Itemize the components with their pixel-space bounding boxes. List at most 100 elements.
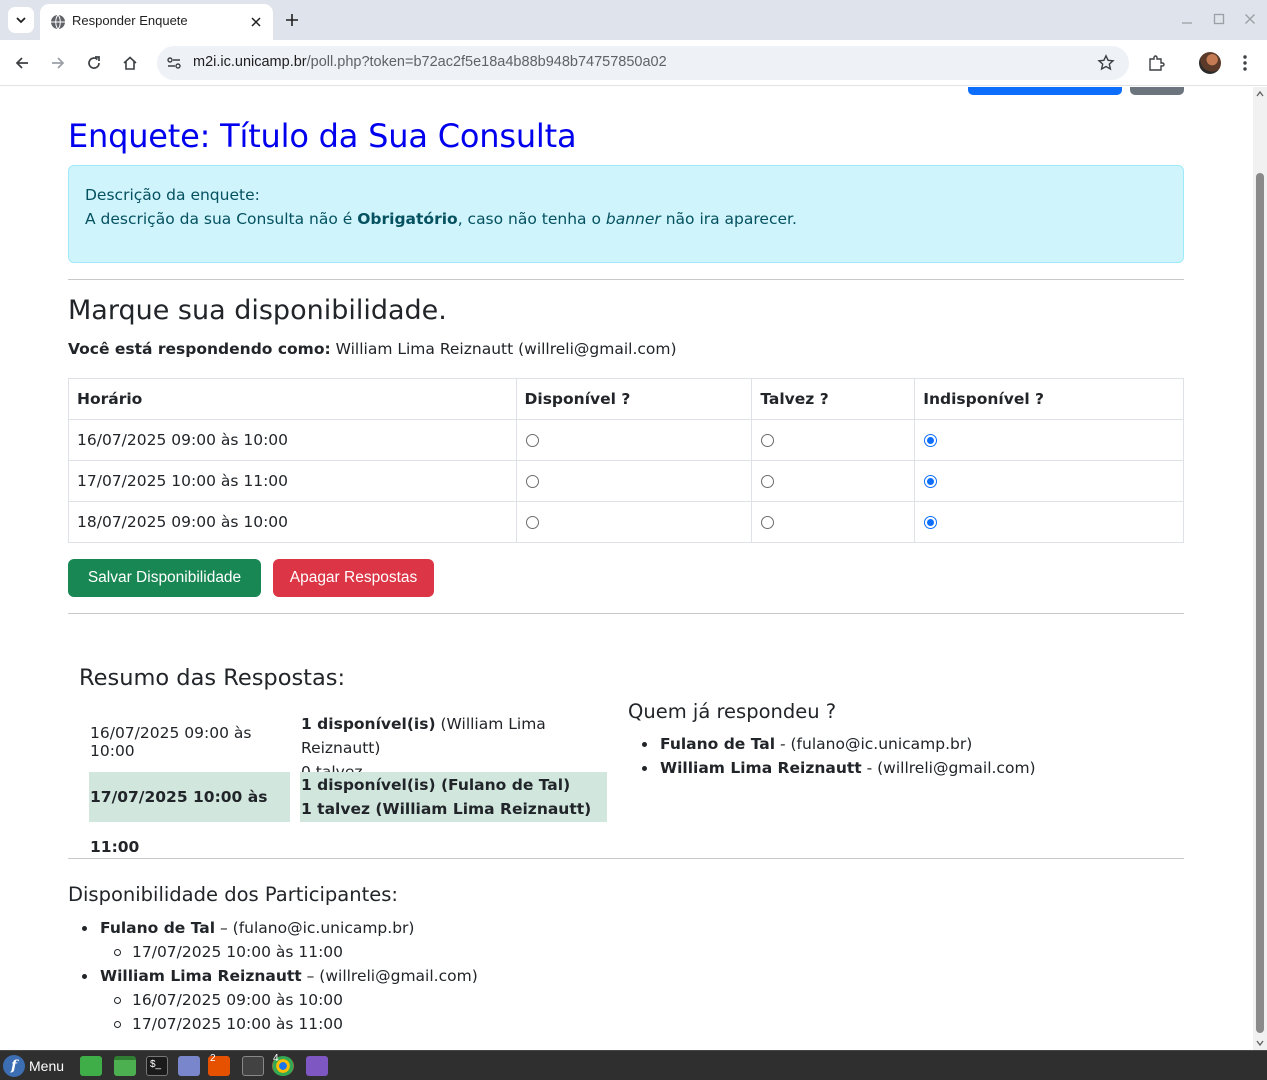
unavailable-radio[interactable] [924, 434, 938, 447]
list-item: Fulano de Tal – (fulano@ic.unicamp.br) 1… [68, 916, 478, 964]
scrollbar-thumb[interactable] [1256, 173, 1264, 1033]
site-info-icon[interactable] [165, 54, 183, 72]
os-taskbar: f Menu $_ 2 4 [0, 1050, 1267, 1080]
window-maximize-button[interactable] [1211, 11, 1227, 27]
start-menu-button[interactable]: f Menu [3, 1055, 64, 1077]
column-header-unavailable: Indisponível ? [914, 378, 1184, 420]
maybe-cell [751, 501, 916, 543]
new-tab-button[interactable] [282, 10, 302, 30]
responding-label: Você está respondendo como: [68, 340, 331, 358]
summary-slot: 17/07/2025 10:00 às 11:00 [89, 772, 290, 856]
maybe-radio[interactable] [761, 475, 775, 488]
available-cell [515, 460, 753, 502]
scroll-down-arrow-icon[interactable] [1256, 1039, 1264, 1047]
window-minimize-button[interactable] [1179, 11, 1195, 27]
chrome-icon[interactable]: 4 [272, 1053, 294, 1076]
show-desktop-icon[interactable] [80, 1056, 102, 1076]
save-availability-button[interactable]: Salvar Disponibilidade [68, 559, 261, 597]
participant-email: – (fulano@ic.unicamp.br) [215, 919, 415, 937]
tab-close-button[interactable] [247, 13, 265, 31]
who-responded-title: Quem já respondeu ? [628, 700, 837, 723]
table-row: 18/07/2025 09:00 às 10:00 [68, 501, 1184, 543]
puzzle-icon [1149, 55, 1165, 71]
browser-tab-active[interactable]: Responder Enquete [40, 4, 273, 40]
tab-search-button[interactable] [8, 7, 34, 33]
top-primary-button[interactable] [968, 87, 1122, 95]
column-header-maybe: Talvez ? [751, 378, 916, 420]
maybe-radio[interactable] [761, 434, 775, 447]
terminal-icon[interactable]: $_ [146, 1056, 168, 1076]
clear-responses-button[interactable]: Apagar Respostas [273, 559, 434, 597]
plus-icon [286, 14, 298, 26]
respondent-name: William Lima Reiznautt [660, 759, 862, 777]
chevron-down-icon [16, 17, 26, 24]
files-app-icon[interactable]: 2 [208, 1053, 230, 1076]
respondent-email: - (fulano@ic.unicamp.br) [775, 735, 973, 753]
forward-button[interactable] [46, 51, 70, 75]
alert-body: A descrição da sua Consulta não é Obriga… [85, 207, 1167, 231]
respondent-email: - (willreli@gmail.com) [861, 759, 1036, 777]
close-icon [1245, 14, 1255, 24]
available-radio[interactable] [525, 475, 539, 488]
participant-email: – (willreli@gmail.com) [301, 967, 478, 985]
participants-list: Fulano de Tal – (fulano@ic.unicamp.br) 1… [68, 916, 478, 1036]
divider [68, 858, 1184, 859]
column-header-available: Disponível ? [515, 378, 753, 420]
reload-button[interactable] [82, 51, 106, 75]
globe-icon [51, 14, 65, 30]
summary-available: 1 disponível(is) (William Lima Reiznautt… [301, 712, 607, 760]
calculator-icon[interactable] [242, 1056, 264, 1076]
alert-text: A descrição da sua Consulta não é [85, 210, 358, 228]
minimize-icon [1182, 22, 1192, 24]
home-button[interactable] [118, 51, 142, 75]
responding-user: William Lima Reiznautt (willreli@gmail.c… [330, 340, 677, 358]
text-editor-icon[interactable] [178, 1056, 200, 1076]
extensions-button[interactable] [1145, 52, 1167, 74]
close-icon [251, 17, 261, 27]
alert-text: , caso não tenha o [457, 210, 606, 228]
window-close-button[interactable] [1242, 11, 1258, 27]
list-item: William Lima Reiznautt – (willreli@gmail… [68, 964, 478, 1036]
fedora-logo-icon: f [3, 1055, 25, 1077]
unavailable-radio[interactable] [924, 516, 938, 529]
browser-menu-button[interactable] [1234, 52, 1256, 74]
page-viewport: Enquete: Título da Sua Consulta Descriçã… [0, 87, 1253, 1050]
slot-cell: 16/07/2025 09:00 às 10:00 [68, 419, 517, 461]
unavailable-radio[interactable] [924, 475, 938, 488]
url-text[interactable]: m2i.ic.unicamp.br/poll.php?token=b72ac2f… [193, 54, 667, 70]
window-count-badge: 2 [210, 1053, 216, 1064]
scroll-up-arrow-icon[interactable] [1256, 90, 1264, 98]
slot-cell: 18/07/2025 09:00 às 10:00 [68, 501, 517, 543]
maybe-radio[interactable] [761, 516, 775, 529]
slot-item: 16/07/2025 09:00 às 10:00 [100, 988, 478, 1012]
participant-name: William Lima Reiznautt [100, 967, 302, 985]
reload-icon [88, 56, 100, 69]
who-responded-list: Fulano de Tal - (fulano@ic.unicamp.br) W… [628, 732, 1036, 780]
summary-title: Resumo das Respostas: [79, 665, 346, 691]
address-bar[interactable]: m2i.ic.unicamp.br/poll.php?token=b72ac2f… [157, 46, 1129, 80]
available-radio[interactable] [525, 434, 539, 447]
available-radio[interactable] [525, 516, 539, 529]
bookmark-star-icon[interactable] [1097, 54, 1115, 72]
table-header-row: Horário Disponível ? Talvez ? Indisponív… [68, 378, 1184, 420]
top-secondary-button[interactable] [1130, 87, 1184, 95]
participant-slots: 17/07/2025 10:00 às 11:00 [100, 940, 478, 964]
page-scrollbar[interactable] [1253, 87, 1267, 1050]
profile-avatar[interactable] [1199, 52, 1221, 74]
slot-item: 17/07/2025 10:00 às 11:00 [100, 940, 478, 964]
folder-icon[interactable] [114, 1056, 136, 1076]
participant-name: Fulano de Tal [100, 919, 216, 937]
summary-counts: 1 disponível(is) (Fulano de Tal) 1 talve… [300, 772, 607, 822]
back-button[interactable] [10, 51, 34, 75]
availability-table: Horário Disponível ? Talvez ? Indisponív… [68, 378, 1184, 543]
available-cell [515, 419, 753, 461]
divider [68, 279, 1184, 280]
column-header-slot: Horário [68, 378, 517, 420]
summary-row: 16/07/2025 09:00 às 10:00 1 disponível(i… [89, 709, 607, 781]
list-item: Fulano de Tal - (fulano@ic.unicamp.br) [628, 732, 1036, 756]
notes-app-icon[interactable] [306, 1056, 328, 1076]
participant-slots: 16/07/2025 09:00 às 10:00 17/07/2025 10:… [100, 988, 478, 1036]
browser-toolbar: m2i.ic.unicamp.br/poll.php?token=b72ac2f… [0, 40, 1267, 86]
arrow-right-icon [52, 57, 65, 69]
terminal-prompt-glyph: $_ [150, 1059, 162, 1070]
